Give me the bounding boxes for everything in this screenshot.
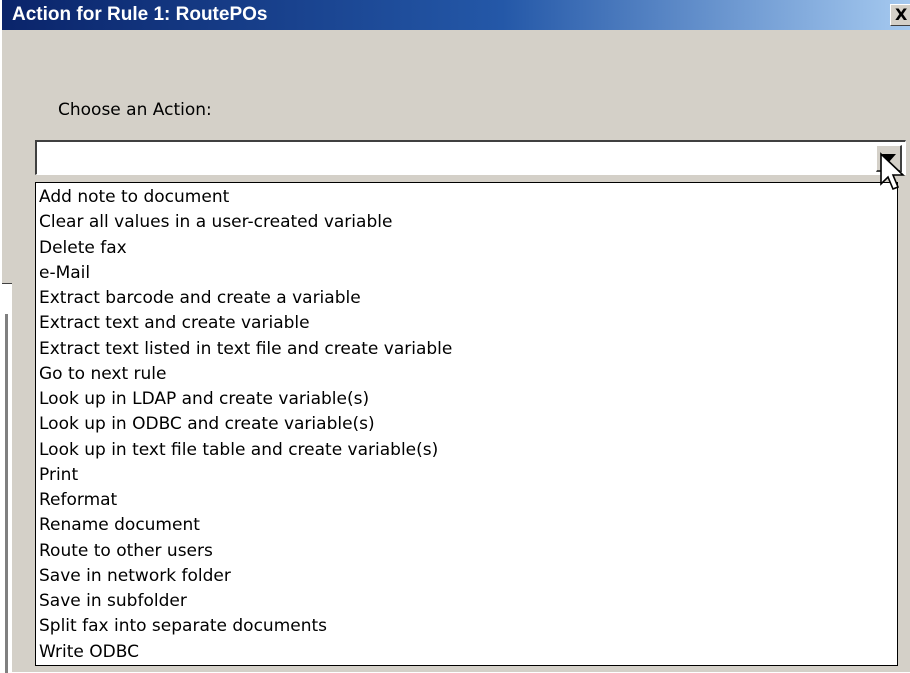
dialog-title: Action for Rule 1: RoutePOs [12,4,268,25]
dropdown-option[interactable]: Look up in text file table and create va… [39,438,897,463]
dropdown-option[interactable]: Add note to document [39,185,897,210]
mouse-pointer-icon [880,152,905,191]
dropdown-option[interactable]: Save in subfolder [39,589,897,614]
dropdown-option[interactable]: Clear all values in a user-created varia… [39,210,897,235]
dropdown-option[interactable]: Look up in LDAP and create variable(s) [39,387,897,412]
title-bar[interactable]: Action for Rule 1: RoutePOs X [2,0,910,30]
close-button[interactable]: X [890,4,910,26]
dropdown-option[interactable]: Reformat [39,488,897,513]
dropdown-option[interactable]: Extract text and create variable [39,311,897,336]
choose-action-label: Choose an Action: [58,100,212,120]
dropdown-option[interactable]: Print [39,463,897,488]
action-dropdown-list[interactable]: Add note to document Clear all values in … [35,182,898,666]
background-divider [5,314,8,673]
close-icon: X [895,5,908,24]
dropdown-option[interactable]: Route to other users [39,539,897,564]
dropdown-option[interactable]: Rename document [39,513,897,538]
dropdown-option[interactable]: Extract text listed in text file and cre… [39,337,897,362]
background-panel-edge [2,283,12,673]
dropdown-option[interactable]: Save in network folder [39,564,897,589]
dropdown-option[interactable]: Look up in ODBC and create variable(s) [39,412,897,437]
dropdown-option[interactable]: Write ODBC [39,640,897,665]
dropdown-option[interactable]: Go to next rule [39,362,897,387]
action-combobox[interactable] [35,140,906,175]
dropdown-option[interactable]: Delete fax [39,236,897,261]
dropdown-option[interactable]: Extract barcode and create a variable [39,286,897,311]
dropdown-option[interactable]: e-Mail [39,261,897,286]
action-dialog: Action for Rule 1: RoutePOs X Choose an … [0,0,910,673]
dropdown-option[interactable]: Split fax into separate documents [39,614,897,639]
